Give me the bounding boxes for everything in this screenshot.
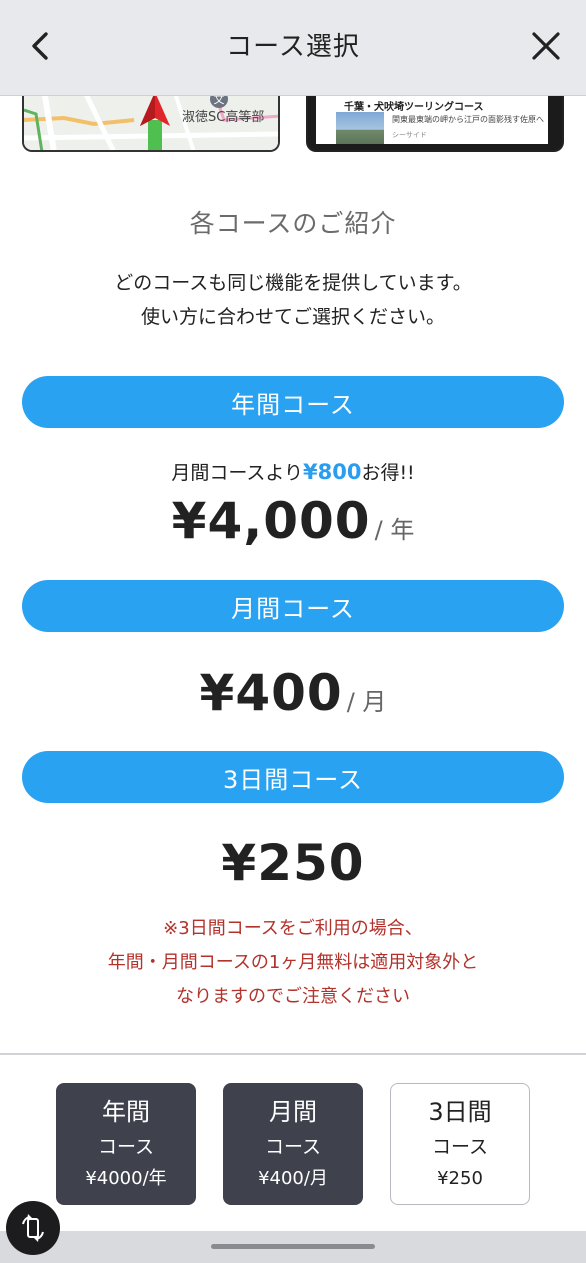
plan-button-subtitle: コース — [431, 1136, 489, 1158]
annual-price-value: ¥4,000 — [171, 492, 371, 550]
route-title: 千葉・犬吠埼ツーリングコース — [344, 102, 484, 113]
preview-carousel: 文 淑徳SC高等部 千葉・犬吠埼ツーリングコース 関東最東端の岬から江戸の面影残… — [0, 96, 586, 160]
monthly-course-header: 月間コース — [22, 580, 564, 632]
map-place-label: 淑徳SC高等部 — [182, 110, 265, 125]
rotate-screen-button[interactable] — [6, 1201, 60, 1255]
notice-line-2: 年間・月間コースの1ヶ月無料は適用対象外と — [107, 952, 479, 973]
system-navigation-bar — [0, 1231, 586, 1263]
route-preview-content: 千葉・犬吠埼ツーリングコース 関東最東端の岬から江戸の面影残す佐原へ シーサイド — [316, 96, 548, 144]
rotate-icon — [22, 1214, 44, 1242]
three-day-course-header: 3日間コース — [22, 751, 564, 803]
plan-button-title: 3日間 — [428, 1098, 492, 1126]
three-day-notice: ※3日間コースをご利用の場合、 年間・月間コースの1ヶ月無料は適用対象外と なり… — [0, 912, 586, 1014]
plan-button-title: 年間 — [102, 1098, 150, 1126]
monthly-price-unit: / 月 — [346, 688, 387, 716]
annual-price-unit: / 年 — [374, 516, 415, 544]
plan-button-title: 月間 — [269, 1098, 317, 1126]
plan-button-price: ¥4000/年 — [85, 1168, 167, 1189]
annual-plan-button[interactable]: 年間 コース ¥4000/年 — [56, 1083, 196, 1205]
plan-button-price: ¥400/月 — [258, 1168, 328, 1189]
monthly-price: ¥400/ 月 — [0, 664, 586, 722]
plan-button-subtitle: コース — [97, 1136, 155, 1158]
plan-button-subtitle: コース — [264, 1136, 322, 1158]
three-day-plan-button[interactable]: 3日間 コース ¥250 — [390, 1083, 530, 1205]
annual-price: ¥4,000/ 年 — [0, 492, 586, 550]
map-preview-card[interactable]: 文 淑徳SC高等部 — [22, 96, 280, 152]
three-day-price-value: ¥250 — [221, 834, 365, 892]
close-icon — [532, 32, 560, 60]
annual-savings-text: 月間コースより¥800お得!! — [0, 458, 586, 485]
annual-course-header: 年間コース — [22, 376, 564, 428]
route-thumbnail — [336, 112, 384, 144]
notice-line-3: なりますのでご注意ください — [176, 986, 410, 1007]
monthly-price-value: ¥400 — [199, 664, 343, 722]
intro-line-2: 使い方に合わせてご選択ください。 — [140, 306, 445, 328]
monthly-plan-button[interactable]: 月間 コース ¥400/月 — [223, 1083, 363, 1205]
intro-line-1: どのコースも同じ機能を提供しています。 — [114, 272, 472, 294]
close-button[interactable] — [524, 24, 568, 68]
plan-button-price: ¥250 — [437, 1168, 483, 1189]
plan-selector-footer: 年間 コース ¥4000/年 月間 コース ¥400/月 3日間 コース ¥25… — [0, 1053, 586, 1231]
savings-prefix: 月間コースより — [171, 462, 303, 484]
route-description: 関東最東端の岬から江戸の面影残す佐原へ — [392, 115, 544, 124]
home-gesture-handle[interactable] — [211, 1244, 375, 1249]
route-preview-card[interactable]: 千葉・犬吠埼ツーリングコース 関東最東端の岬から江戸の面影残す佐原へ シーサイド — [306, 96, 564, 152]
savings-amount: ¥800 — [302, 460, 362, 484]
notice-line-1: ※3日間コースをご利用の場合、 — [163, 918, 423, 939]
intro-text: どのコースも同じ機能を提供しています。 使い方に合わせてご選択ください。 — [0, 266, 586, 334]
route-tag: シーサイド — [392, 131, 427, 139]
savings-suffix: お得!! — [361, 462, 415, 484]
intro-title: 各コースのご紹介 — [189, 209, 397, 238]
top-bar: コース選択 — [0, 0, 586, 96]
three-day-price: ¥250 — [0, 834, 586, 892]
page-title: コース選択 — [226, 32, 360, 62]
